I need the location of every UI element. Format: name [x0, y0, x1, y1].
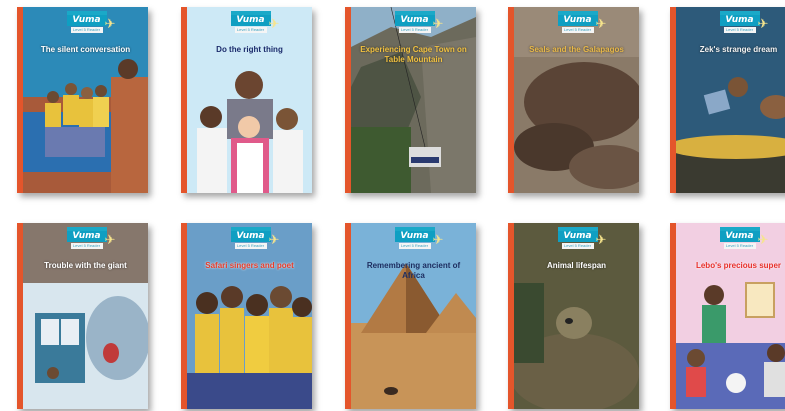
book-cover-pyramids[interactable]: Vuma Level 5 Reader ✈ Remembering ancien… [345, 223, 476, 409]
book-cover-lebos-precious[interactable]: Vuma Level 5 Reader ✈ Lebo's precious su… [670, 223, 785, 409]
cover-illustration [187, 7, 312, 193]
book-title: Animal lifespan [546, 261, 607, 270]
book-cover-safari-singers[interactable]: Vuma Level 5 Reader ✈ Safari singers and… [181, 223, 312, 409]
cover-photo [514, 223, 639, 409]
cover-illustration [23, 223, 148, 409]
book-title: The silent conversation [40, 45, 131, 54]
airplane-icon: ✈ [104, 16, 116, 31]
airplane-icon: ✈ [432, 16, 444, 31]
book-spine [17, 223, 23, 409]
book-cover-animal-lifespan[interactable]: Vuma Level 5 Reader ✈ Animal lifespan [508, 223, 639, 409]
brand-tagline: Level 5 Reader [561, 243, 594, 249]
book-spine [508, 7, 514, 193]
book-spine [181, 7, 187, 193]
brand-tagline: Level 5 Reader [398, 27, 431, 33]
airplane-icon: ✈ [104, 232, 116, 247]
book-spine [17, 7, 23, 193]
brand-name: Vuma [719, 231, 760, 242]
brand-name: Vuma [557, 231, 598, 242]
brand-tagline: Level 5 Reader [234, 27, 267, 33]
book-cover-table-mountain[interactable]: Vuma Level 5 Reader ✈ Experiencing Cape … [345, 7, 476, 193]
brand-name: Vuma [66, 231, 107, 242]
brand-tagline: Level 5 Reader [234, 243, 267, 249]
series-logo: Vuma Level 5 Reader ✈ [719, 11, 768, 33]
book-title: Remembering ancient of Africa [366, 261, 461, 280]
brand-name: Vuma [66, 15, 107, 26]
cover-illustration [23, 7, 148, 193]
brand-tagline: Level 5 Reader [723, 27, 756, 33]
book-title: Trouble with the giant [44, 261, 127, 270]
series-logo: Vuma Level 5 Reader ✈ [230, 227, 279, 249]
book-cover-do-the-right-thing[interactable]: Vuma Level 5 Reader ✈ Do the right thing [181, 7, 312, 193]
airplane-icon: ✈ [268, 232, 280, 247]
brand-name: Vuma [557, 15, 598, 26]
brand-name: Vuma [230, 15, 271, 26]
brand-name: Vuma [230, 231, 271, 242]
airplane-icon: ✈ [432, 232, 444, 247]
book-spine [670, 7, 676, 193]
brand-tagline: Level 5 Reader [70, 27, 103, 33]
cover-illustration [676, 7, 785, 193]
book-spine [345, 7, 351, 193]
series-logo: Vuma Level 5 Reader ✈ [557, 227, 606, 249]
book-spine [508, 223, 514, 409]
book-spine [345, 223, 351, 409]
book-spine [181, 223, 187, 409]
book-cover-silent-conversation[interactable]: Vuma Level 5 Reader ✈ The silent convers… [17, 7, 148, 193]
series-logo: Vuma Level 5 Reader ✈ [394, 11, 443, 33]
brand-tagline: Level 5 Reader [561, 27, 594, 33]
cover-illustration [676, 223, 785, 409]
brand-tagline: Level 5 Reader [723, 243, 756, 249]
series-logo: Vuma Level 5 Reader ✈ [66, 227, 115, 249]
book-cover-seals[interactable]: Vuma Level 5 Reader ✈ Seals and the Gala… [508, 7, 639, 193]
book-title: Safari singers and poet [205, 261, 294, 270]
airplane-icon: ✈ [268, 16, 280, 31]
series-logo: Vuma Level 5 Reader ✈ [394, 227, 443, 249]
brand-name: Vuma [394, 15, 435, 26]
series-logo: Vuma Level 5 Reader ✈ [66, 11, 115, 33]
book-title: Experiencing Cape Town on Table Mountain [360, 45, 467, 64]
airplane-icon: ✈ [595, 16, 607, 31]
cover-photo [514, 7, 639, 193]
book-cover-grid: Vuma Level 5 Reader ✈ The silent convers… [0, 0, 785, 411]
book-title: Zek's strange dream [699, 45, 778, 54]
cover-illustration [187, 223, 312, 409]
book-title: Seals and the Galapagos [529, 45, 624, 54]
brand-name: Vuma [719, 15, 760, 26]
airplane-icon: ✈ [595, 232, 607, 247]
cover-photo [351, 7, 476, 193]
cover-photo [351, 223, 476, 409]
book-cover-zeks-strange-dream[interactable]: Vuma Level 5 Reader ✈ Zek's strange drea… [670, 7, 785, 193]
series-logo: Vuma Level 5 Reader ✈ [230, 11, 279, 33]
series-logo: Vuma Level 5 Reader ✈ [719, 227, 768, 249]
book-title: Lebo's precious super [695, 261, 782, 270]
airplane-icon: ✈ [757, 232, 769, 247]
brand-tagline: Level 5 Reader [398, 243, 431, 249]
brand-tagline: Level 5 Reader [70, 243, 103, 249]
brand-name: Vuma [394, 231, 435, 242]
book-title: Do the right thing [216, 45, 283, 54]
airplane-icon: ✈ [757, 16, 769, 31]
book-spine [670, 223, 676, 409]
series-logo: Vuma Level 5 Reader ✈ [557, 11, 606, 33]
book-cover-trouble-with-the-giant[interactable]: Vuma Level 5 Reader ✈ Trouble with the g… [17, 223, 148, 409]
